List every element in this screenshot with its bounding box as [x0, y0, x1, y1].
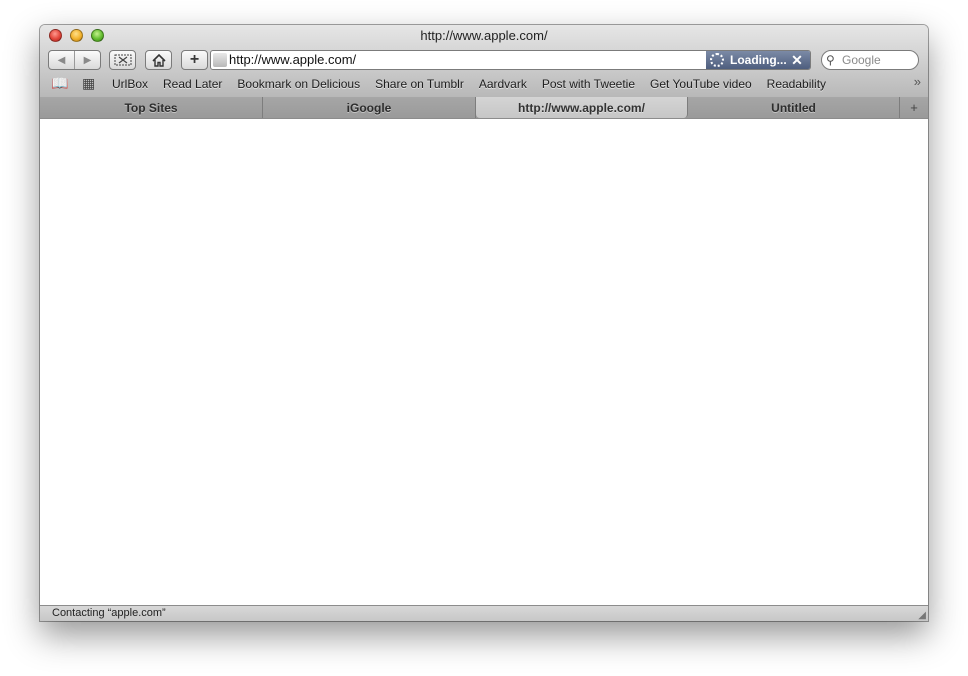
scissors-icon: [114, 54, 131, 66]
resize-grip-icon[interactable]: ◢: [918, 610, 926, 621]
spinner-icon: [710, 53, 724, 67]
snip-button[interactable]: [109, 50, 136, 70]
tab-igoogle[interactable]: iGoogle: [263, 97, 476, 118]
apple-favicon-icon: [213, 53, 227, 67]
forward-arrow-icon[interactable]: ▶: [74, 51, 100, 69]
address-input[interactable]: http://www.apple.com/: [229, 52, 356, 68]
bookmarks-book-icon[interactable]: 📖: [51, 75, 68, 92]
tab-bar: Top Sites iGoogle http://www.apple.com/ …: [40, 97, 928, 119]
loading-label: Loading...: [730, 53, 787, 67]
bookmarks-bar: UrlBox Read Later Bookmark on Delicious …: [112, 75, 841, 93]
bookmarks-overflow-icon[interactable]: »: [914, 74, 921, 89]
bookmark-item[interactable]: UrlBox: [112, 75, 148, 93]
back-arrow-icon[interactable]: ◀: [49, 51, 74, 69]
new-tab-icon[interactable]: +: [900, 97, 928, 118]
tab-apple[interactable]: http://www.apple.com/: [476, 97, 688, 118]
add-bookmark-button[interactable]: +: [181, 50, 208, 70]
bookmark-item[interactable]: Read Later: [163, 75, 222, 93]
home-icon: [151, 53, 166, 67]
bookmark-item[interactable]: Aardvark: [479, 75, 527, 93]
plus-icon: +: [189, 51, 200, 68]
home-button[interactable]: [145, 50, 172, 70]
bookmark-item[interactable]: Get YouTube video: [650, 75, 752, 93]
search-input[interactable]: [842, 53, 910, 67]
bookmark-item[interactable]: Readability: [767, 75, 826, 93]
loading-indicator: Loading... ✕: [706, 51, 810, 69]
status-text: Contacting “apple.com”: [52, 607, 166, 619]
status-bar: Contacting “apple.com” ◢: [40, 605, 928, 621]
stop-loading-icon[interactable]: ✕: [788, 52, 806, 69]
tab-untitled[interactable]: Untitled: [688, 97, 900, 118]
window-title: http://www.apple.com/: [420, 28, 548, 43]
top-sites-grid-icon[interactable]: ▦: [82, 75, 95, 92]
search-field[interactable]: ⚲: [821, 50, 919, 70]
page-content: [40, 119, 928, 605]
bookmark-item[interactable]: Post with Tweetie: [542, 75, 635, 93]
window-chrome: http://www.apple.com/ ◀ ▶ + http://www.a…: [40, 25, 928, 98]
search-icon[interactable]: ⚲: [826, 53, 842, 67]
address-bar[interactable]: http://www.apple.com/ Loading... ✕: [210, 50, 811, 70]
back-forward-group: ◀ ▶: [48, 50, 101, 70]
bookmark-item[interactable]: Share on Tumblr: [375, 75, 464, 93]
browser-window: http://www.apple.com/ ◀ ▶ + http://www.a…: [40, 25, 928, 621]
bookmark-item[interactable]: Bookmark on Delicious: [237, 75, 360, 93]
tab-top-sites[interactable]: Top Sites: [40, 97, 263, 118]
